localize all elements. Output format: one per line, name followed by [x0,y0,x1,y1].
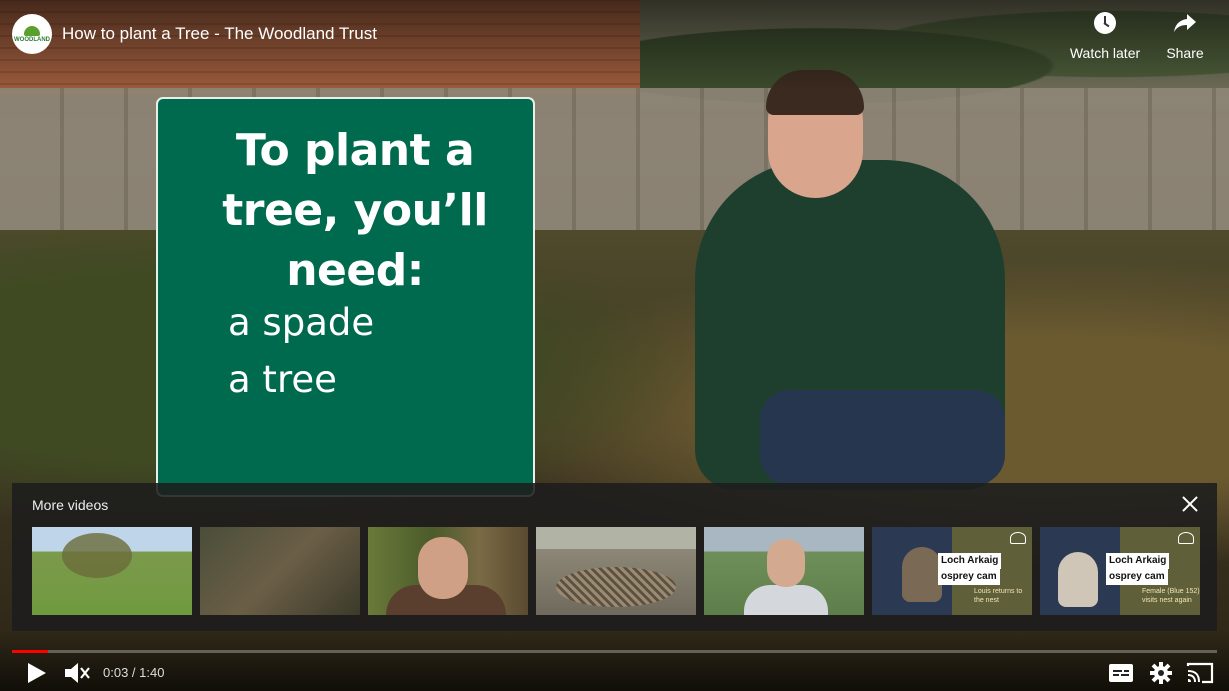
thumbnail-note: Female (Blue 152) visits nest again [1142,588,1200,604]
share-arrow-icon [1174,14,1196,32]
time-separator: / [128,665,140,680]
thumbnail-tag: Loch Arkaig [1106,553,1170,569]
more-videos-list: Loch Arkaig osprey cam Louis returns to … [32,527,1200,615]
video-thumbnail[interactable]: Loch Arkaig osprey cam Female (Blue 152)… [1040,527,1200,615]
thumbnail-scene [556,567,676,607]
top-gradient [0,0,1229,90]
watch-later-button[interactable]: Watch later [1065,12,1145,61]
more-videos-panel: More videos Loch Arkaig osprey cam Louis… [12,483,1217,631]
duration: 1:40 [139,665,165,680]
channel-logo[interactable]: WOODLAND [12,14,52,54]
instruction-sign: To plant a tree, you’ll need: a spade a … [156,97,535,497]
video-thumbnail[interactable] [704,527,864,615]
thumbnail-scene [418,537,468,599]
time-display: 0:03 / 1:40 [103,665,164,680]
leaf-icon [24,25,40,36]
video-thumbnail[interactable] [536,527,696,615]
osprey-image [1058,552,1098,607]
thumbnail-scene [744,585,828,615]
video-thumbnail[interactable]: Loch Arkaig osprey cam Louis returns to … [872,527,1032,615]
video-thumbnail[interactable] [32,527,192,615]
gear-icon[interactable] [1146,660,1176,686]
close-icon[interactable] [1181,495,1199,513]
watch-later-label: Watch later [1069,45,1141,61]
share-button[interactable]: Share [1145,12,1225,61]
clock-icon [1094,12,1116,34]
sign-item: a spade [228,301,375,344]
sign-items: a spade a tree [228,294,374,408]
play-icon[interactable] [22,660,52,686]
thumbnail-note: Louis returns to the nest [974,588,1023,604]
share-label: Share [1166,45,1204,61]
sign-item: a tree [228,358,337,401]
controls-gradient [0,631,1229,691]
thumbnail-tag: Loch Arkaig [938,553,1002,569]
video-thumbnail[interactable] [368,527,528,615]
osprey-image [902,547,942,602]
woodland-logo-icon [1178,532,1194,544]
channel-logo-text: WOODLAND [14,36,50,43]
video-title[interactable]: How to plant a Tree - The Woodland Trust [62,24,377,44]
presenter-legs [760,390,1005,485]
thumbnail-tag: osprey cam [1106,569,1168,585]
cast-icon[interactable] [1185,660,1215,686]
video-thumbnail[interactable] [200,527,360,615]
thumbnail-scene [767,539,805,587]
current-time: 0:03 [103,665,129,680]
progress-bar[interactable] [12,650,1217,653]
sign-title: To plant a tree, you’ll need: [222,125,488,296]
more-videos-title: More videos [32,497,109,513]
thumbnail-scene [62,533,132,578]
thumbnail-tag: osprey cam [938,569,1000,585]
progress-played [12,650,49,653]
woodland-logo-icon [1010,532,1026,544]
captions-icon[interactable] [1106,660,1136,686]
volume-muted-icon[interactable] [62,660,92,686]
